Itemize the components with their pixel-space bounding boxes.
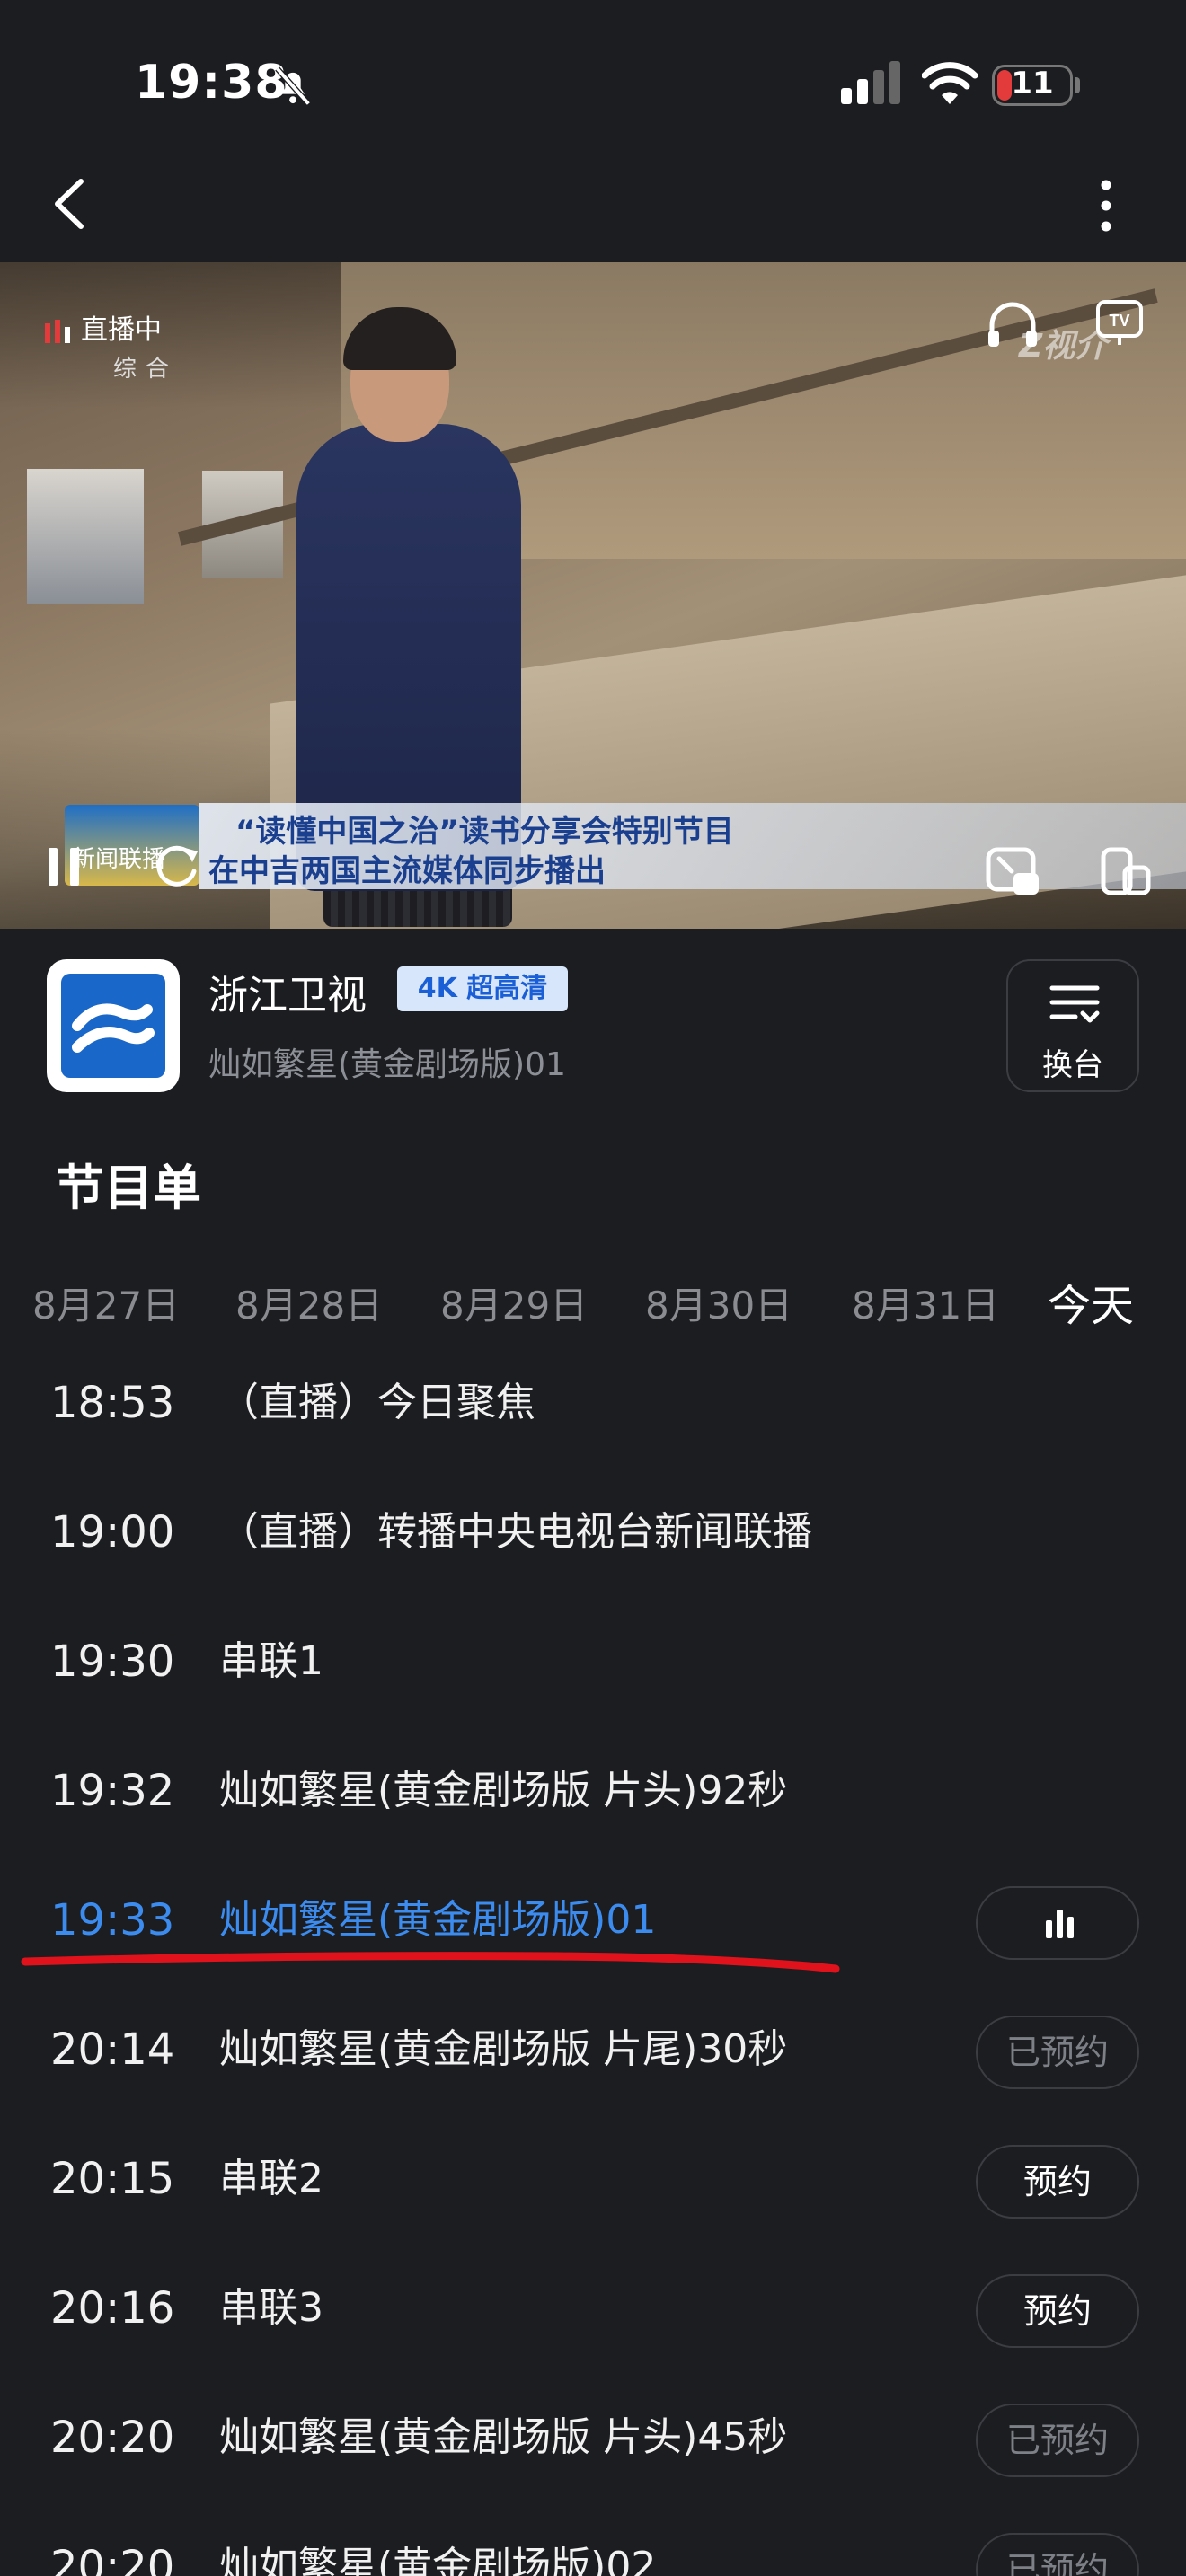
schedule-row[interactable]: 20:20 灿如繁星(黄金剧场版 片头)45秒 已预约 [0,2396,1186,2526]
schedule-row[interactable]: 19:00 （直播）转播中央电视台新闻联播 [0,1491,1186,1620]
headphones-icon[interactable] [985,300,1040,350]
caption-line-1: “读懂中国之治”读书分享会特别节目 [235,814,734,850]
schedule-row[interactable]: 19:32 灿如繁星(黄金剧场版 片头)92秒 [0,1750,1186,1879]
video-scene-window [27,469,144,604]
program-time: 18:53 [50,1378,175,1428]
battery-percent: 11 [1011,66,1054,101]
battery-indicator: 11 [992,65,1073,106]
date-tab[interactable]: 8月29日 [440,1275,588,1330]
schedule-row[interactable]: 20:14 灿如繁星(黄金剧场版 片尾)30秒 已预约 [0,2008,1186,2138]
live-label: 直播中 [81,314,162,346]
program-time: 19:32 [50,1766,175,1816]
booked-button[interactable]: 已预约 [976,2404,1139,2477]
live-badge: 直播中 [43,307,162,347]
switch-channel-label: 换台 [1042,1047,1103,1083]
schedule-row[interactable]: 20:15 串联2 预约 [0,2138,1186,2267]
schedule-title: 节目单 [56,1160,201,1216]
live-channel-sub: 综合 [113,356,179,383]
date-tab[interactable]: 8月28日 [235,1275,383,1330]
status-time: 19:38 [135,56,288,110]
now-playing-button[interactable] [976,1886,1139,1960]
cellular-signal-icon [841,61,900,104]
schedule-row[interactable]: 18:53 （直播）今日聚焦 [0,1362,1186,1491]
schedule-row[interactable]: 20:16 串联3 预约 [0,2267,1186,2396]
back-icon[interactable] [45,172,99,235]
program-title: 串联2 [219,2156,323,2201]
program-title: 灿如繁星(黄金剧场版)02 [219,2544,657,2576]
screen-rotate-icon[interactable] [1098,844,1152,898]
more-options-icon[interactable] [1084,176,1128,235]
channel-list-icon [1049,985,1100,1023]
booked-button[interactable]: 已预约 [976,2533,1139,2576]
channel-name: 浙江卫视 [208,973,367,1019]
switch-channel-button[interactable]: 换台 [1006,959,1139,1092]
tv-cast-icon[interactable]: TV [1094,298,1145,348]
program-time: 20:16 [50,2283,175,2333]
program-title: 串联3 [219,2285,323,2331]
program-time: 19:30 [50,1636,175,1687]
date-tab[interactable]: 8月27日 [32,1275,180,1330]
annotation-underline [21,1952,840,1973]
program-time: 20:20 [50,2413,175,2463]
live-bars-icon [45,319,70,343]
date-tab[interactable]: 8月30日 [645,1275,792,1330]
channel-logo-mark [61,974,165,1078]
program-title: 灿如繁星(黄金剧场版 片头)45秒 [219,2414,788,2460]
zhejiang-logo-icon [72,1003,155,1053]
program-title: 灿如繁星(黄金剧场版 片尾)30秒 [219,2026,788,2072]
now-playing-bars-icon [1046,1910,1074,1938]
pause-icon[interactable] [45,844,84,889]
program-time: 20:14 [50,2025,175,2075]
bell-muted-icon [275,66,311,106]
news-program-logo-text: 新闻联播 [72,846,166,873]
program-time: 20:15 [50,2154,175,2204]
picture-in-picture-icon[interactable] [985,844,1042,898]
refresh-icon[interactable] [153,841,203,891]
current-program: 灿如繁星(黄金剧场版)01 [208,1046,566,1083]
battery-tip [1075,77,1080,93]
program-title: （直播）今日聚焦 [219,1380,535,1425]
program-title: 灿如繁星(黄金剧场版 片头)92秒 [219,1768,788,1813]
schedule-row[interactable]: 20:20 灿如繁星(黄金剧场版)02 已预约 [0,2526,1186,2576]
4k-badge: 4K 超高清 [397,966,568,1011]
program-title: （直播）转播中央电视台新闻联播 [219,1509,812,1555]
svg-text:TV: TV [1109,312,1129,330]
caption-line-2: 在中吉两国主流媒体同步播出 [208,853,606,889]
date-tab[interactable]: 8月31日 [852,1275,999,1330]
booked-button[interactable]: 已预约 [976,2016,1139,2089]
schedule-row[interactable]: 19:30 串联1 [0,1620,1186,1750]
channel-logo [47,959,180,1092]
book-button[interactable]: 预约 [976,2274,1139,2348]
date-tab-today[interactable]: 今天 [1048,1270,1134,1333]
program-time: 19:00 [50,1507,175,1557]
program-title: 串联1 [219,1638,323,1684]
book-button[interactable]: 预约 [976,2145,1139,2219]
wifi-icon [922,62,978,104]
program-time: 20:20 [50,2542,175,2576]
